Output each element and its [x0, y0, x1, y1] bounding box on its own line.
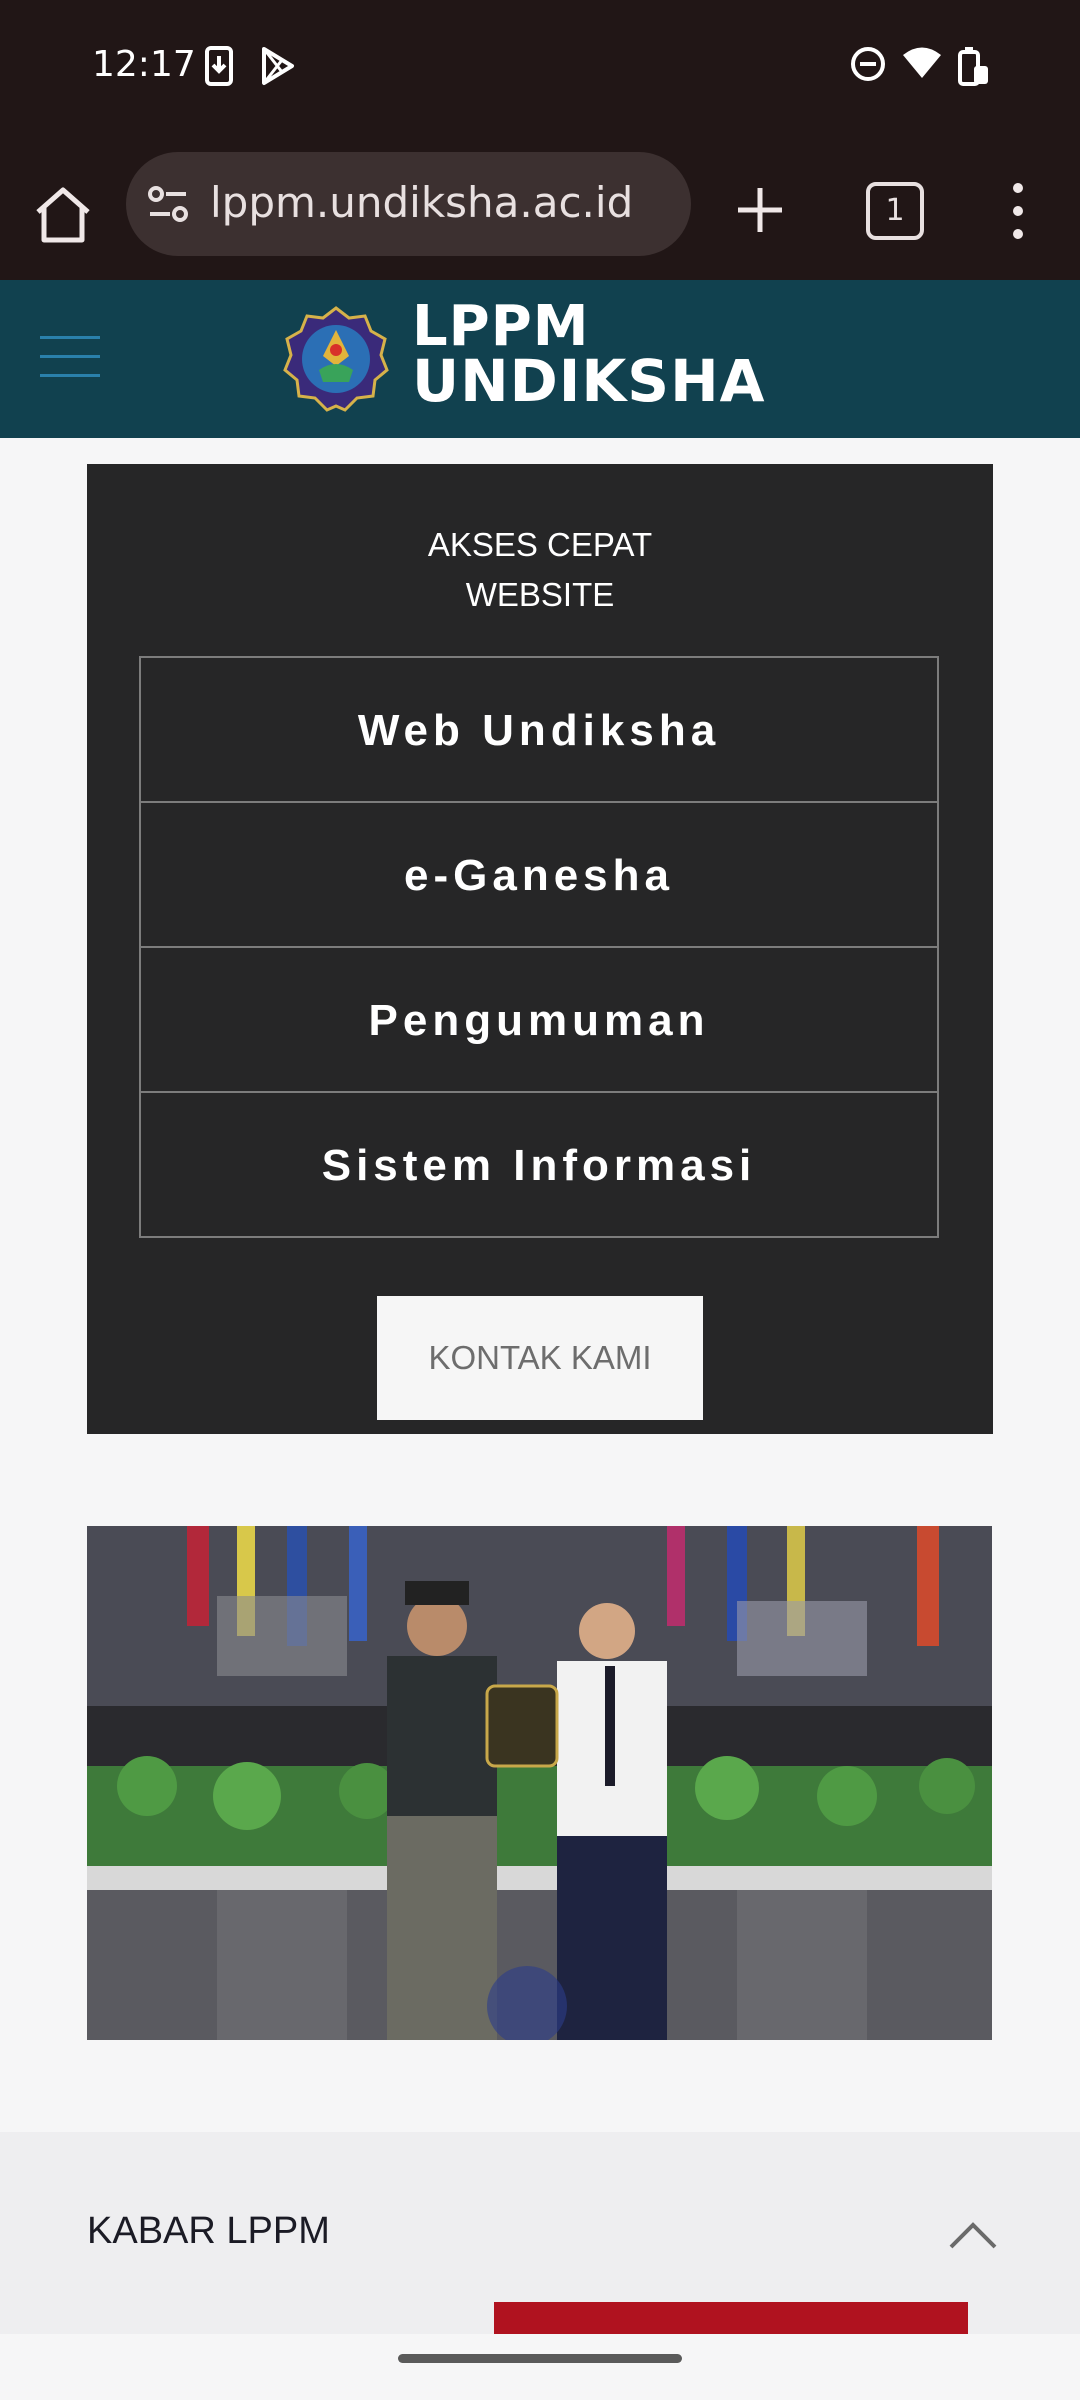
- news-section-title: KABAR LPPM: [87, 2210, 330, 2252]
- logo-line-undiksha: UNDIKSHA: [412, 347, 766, 415]
- battery-saver-icon: [956, 46, 992, 93]
- quick-link-web-undiksha[interactable]: Web Undiksha: [139, 656, 939, 801]
- tab-switcher-button[interactable]: 1: [866, 182, 924, 240]
- hamburger-menu-icon[interactable]: [40, 336, 100, 377]
- quick-access-title-line1: AKSES CEPAT: [427, 526, 653, 563]
- logo-line-lppm: LPPM: [412, 294, 590, 359]
- wifi-icon: [902, 46, 942, 85]
- site-settings-icon[interactable]: [146, 182, 190, 231]
- quick-access-list: Web Undiksha e-Ganesha Pengumuman Sistem…: [139, 656, 939, 1238]
- gesture-handle[interactable]: [398, 2354, 682, 2363]
- quick-access-title: AKSES CEPAT WEBSITE: [87, 520, 993, 620]
- status-time: 12:17: [92, 44, 196, 85]
- site-logo-text[interactable]: LPPM UNDIKSHA: [412, 294, 766, 415]
- new-tab-button[interactable]: [732, 182, 788, 238]
- quick-link-pengumuman[interactable]: Pengumuman: [139, 946, 939, 1091]
- news-card-header[interactable]: [494, 2302, 968, 2334]
- navigation-bar: [0, 2334, 1080, 2400]
- site-header: LPPM UNDIKSHA: [0, 280, 1080, 438]
- quick-access-title-line2: WEBSITE: [465, 576, 615, 613]
- featured-photo[interactable]: [87, 1526, 992, 2040]
- browser-toolbar: lppm.undiksha.ac.id 1: [0, 140, 1080, 280]
- status-bar: 12:17: [0, 0, 1080, 140]
- address-bar[interactable]: lppm.undiksha.ac.id: [126, 152, 691, 256]
- chevron-up-icon[interactable]: [948, 2220, 998, 2255]
- home-button[interactable]: [30, 182, 96, 248]
- url-text[interactable]: lppm.undiksha.ac.id: [210, 178, 633, 227]
- download-icon: [204, 46, 234, 91]
- quick-link-sistem-informasi[interactable]: Sistem Informasi: [139, 1091, 939, 1238]
- contact-button[interactable]: KONTAK KAMI: [377, 1296, 703, 1420]
- quick-link-e-ganesha[interactable]: e-Ganesha: [139, 801, 939, 946]
- play-store-icon: [260, 46, 296, 91]
- do-not-disturb-icon: [850, 46, 886, 87]
- quick-access-panel: AKSES CEPAT WEBSITE Web Undiksha e-Ganes…: [87, 464, 993, 1434]
- undiksha-logo-icon[interactable]: [283, 306, 389, 417]
- more-options-icon[interactable]: [1008, 178, 1028, 244]
